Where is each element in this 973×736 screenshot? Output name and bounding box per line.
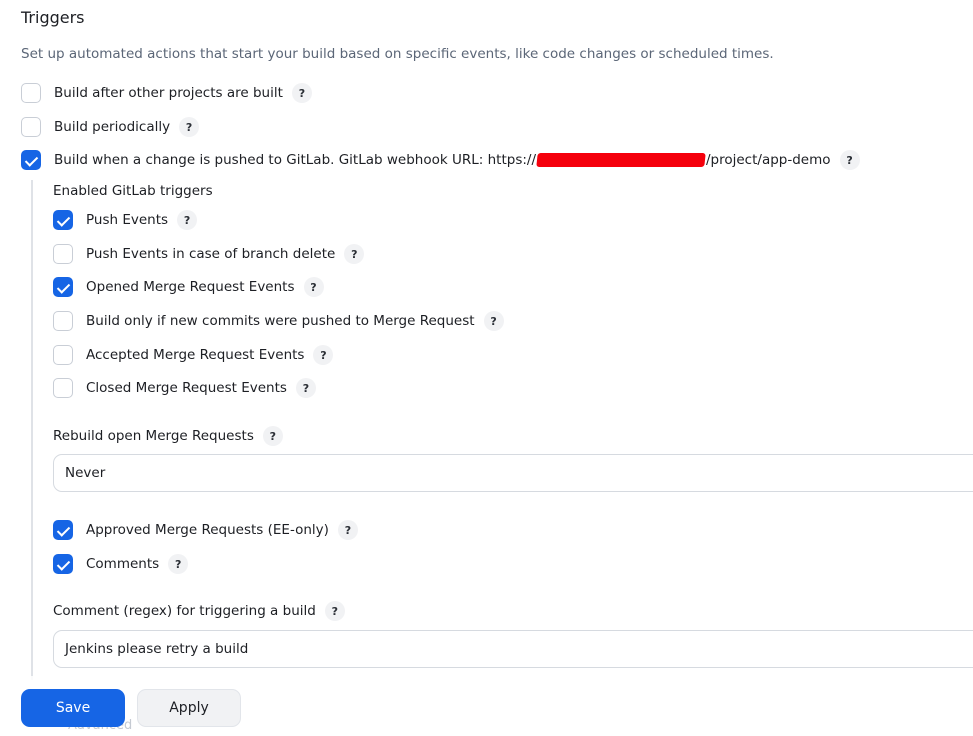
rebuild-mr-label-row: Rebuild open Merge Requests ? bbox=[53, 426, 283, 446]
checkbox-gitlab-push[interactable] bbox=[21, 150, 41, 170]
rebuild-mr-value: Never bbox=[65, 465, 106, 481]
approved-mr[interactable]: Approved Merge Requests (EE-only) ? bbox=[53, 518, 358, 542]
event-label: Accepted Merge Request Events bbox=[86, 347, 305, 363]
redaction-mark bbox=[536, 153, 706, 167]
trigger-label: Build periodically bbox=[54, 119, 171, 135]
event-push[interactable]: Push Events ? bbox=[53, 208, 198, 232]
trigger-label: Build after other projects are built bbox=[54, 85, 283, 101]
help-icon[interactable]: ? bbox=[303, 277, 324, 297]
help-icon[interactable]: ? bbox=[344, 244, 365, 264]
event-label: Push Events in case of branch delete bbox=[86, 246, 336, 262]
rebuild-mr-label: Rebuild open Merge Requests bbox=[53, 428, 254, 444]
event-new-commits-mr[interactable]: Build only if new commits were pushed to… bbox=[53, 309, 504, 333]
checkbox-accepted-mr[interactable] bbox=[53, 345, 73, 365]
help-icon[interactable]: ? bbox=[262, 426, 283, 446]
section-title: Triggers bbox=[21, 8, 85, 27]
help-icon[interactable]: ? bbox=[483, 311, 504, 331]
help-icon[interactable]: ? bbox=[337, 520, 358, 540]
trigger-gitlab-push[interactable]: Build when a change is pushed to GitLab.… bbox=[21, 148, 860, 172]
event-accepted-mr[interactable]: Accepted Merge Request Events ? bbox=[53, 343, 334, 367]
event-label: Approved Merge Requests (EE-only) bbox=[86, 522, 329, 538]
checkbox-opened-mr[interactable] bbox=[53, 277, 73, 297]
section-description: Set up automated actions that start your… bbox=[21, 46, 774, 62]
checkbox-push-branch-delete[interactable] bbox=[53, 244, 73, 264]
event-push-branch-delete[interactable]: Push Events in case of branch delete ? bbox=[53, 242, 365, 266]
checkbox-push-events[interactable] bbox=[53, 210, 73, 230]
event-label: Closed Merge Request Events bbox=[86, 380, 287, 396]
trigger-build-after-other[interactable]: Build after other projects are built ? bbox=[21, 81, 312, 105]
help-icon[interactable]: ? bbox=[179, 117, 200, 137]
comment-regex-input[interactable]: Jenkins please retry a build bbox=[53, 630, 973, 668]
help-icon[interactable]: ? bbox=[313, 345, 334, 365]
rebuild-mr-select[interactable]: Never bbox=[53, 454, 973, 492]
checkbox-comments[interactable] bbox=[53, 554, 73, 574]
checkbox-approved-mr[interactable] bbox=[53, 520, 73, 540]
trigger-label: Build when a change is pushed to GitLab.… bbox=[54, 152, 831, 168]
checkbox-build-periodically[interactable] bbox=[21, 117, 41, 137]
checkbox-build-after-other[interactable] bbox=[21, 83, 41, 103]
comment-regex-value: Jenkins please retry a build bbox=[65, 641, 249, 657]
nested-section-divider bbox=[31, 180, 33, 680]
event-label: Comments bbox=[86, 556, 160, 572]
comment-regex-label-row: Comment (regex) for triggering a build ? bbox=[53, 601, 345, 621]
checkbox-closed-mr[interactable] bbox=[53, 378, 73, 398]
save-button[interactable]: Save bbox=[21, 689, 125, 727]
apply-button[interactable]: Apply bbox=[137, 689, 241, 727]
help-icon[interactable]: ? bbox=[324, 601, 345, 621]
enabled-gitlab-triggers-label: Enabled GitLab triggers bbox=[53, 183, 213, 199]
help-icon[interactable]: ? bbox=[839, 150, 860, 170]
webhook-label-suffix: /project/app-demo bbox=[706, 152, 831, 168]
event-label: Push Events bbox=[86, 212, 169, 228]
event-label: Opened Merge Request Events bbox=[86, 279, 295, 295]
comment-regex-label: Comment (regex) for triggering a build bbox=[53, 603, 316, 619]
event-opened-mr[interactable]: Opened Merge Request Events ? bbox=[53, 275, 324, 299]
help-icon[interactable]: ? bbox=[295, 378, 316, 398]
comments-trigger[interactable]: Comments ? bbox=[53, 552, 189, 576]
event-label: Build only if new commits were pushed to… bbox=[86, 313, 475, 329]
help-icon[interactable]: ? bbox=[291, 83, 312, 103]
help-icon[interactable]: ? bbox=[168, 554, 189, 574]
webhook-label-prefix: Build when a change is pushed to GitLab.… bbox=[54, 152, 536, 168]
trigger-build-periodically[interactable]: Build periodically ? bbox=[21, 115, 200, 139]
checkbox-new-commits-mr[interactable] bbox=[53, 311, 73, 331]
event-closed-mr[interactable]: Closed Merge Request Events ? bbox=[53, 376, 316, 400]
help-icon[interactable]: ? bbox=[177, 210, 198, 230]
